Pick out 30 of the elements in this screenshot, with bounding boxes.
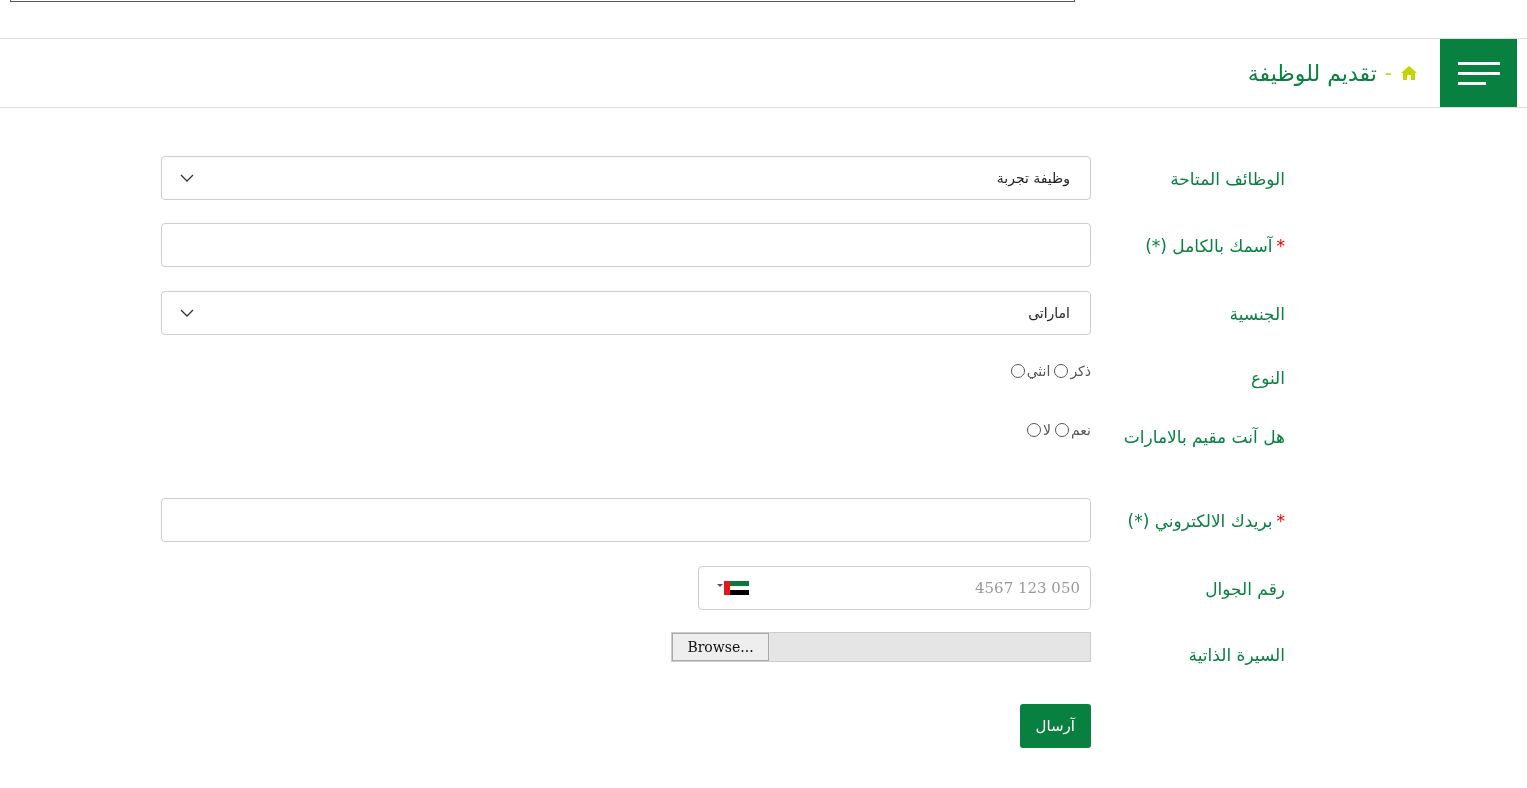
radio-button[interactable] <box>1055 423 1070 437</box>
field-label: * بريدك الالكتروني (*) <box>1126 510 1285 533</box>
field-label: الوظائف المتاحة <box>1169 168 1285 191</box>
input-field[interactable] <box>161 498 1091 542</box>
field-label: هل آنت مقيم بالامارات <box>1122 426 1285 449</box>
dropdown[interactable]: اماراتى <box>161 291 1091 335</box>
radio-label: نعم <box>1071 422 1091 438</box>
radio-label: ذكر <box>1070 363 1091 379</box>
submit-button[interactable]: آرسال <box>1019 704 1091 748</box>
browse-button[interactable]: Browse... <box>672 633 769 661</box>
chevron-down-icon <box>180 308 194 318</box>
dropdown[interactable]: وظيفة تجربة <box>161 156 1091 200</box>
page-title: تقديم للوظيفة <box>1247 60 1377 86</box>
radio-label: لا <box>1043 422 1052 438</box>
phone-field[interactable]: 4567 123 050 <box>698 566 1091 610</box>
input-field[interactable] <box>161 223 1091 267</box>
field-label: الجنسية <box>1228 303 1285 326</box>
radio-button[interactable] <box>1054 364 1069 378</box>
radio-button[interactable] <box>1010 364 1025 378</box>
chevron-down-icon <box>180 173 194 183</box>
radio-button[interactable] <box>1027 423 1042 437</box>
field-label: رقم الجوال <box>1204 578 1285 601</box>
menu-button[interactable] <box>1440 39 1517 107</box>
file-field[interactable]: Browse... <box>671 632 1091 662</box>
field-label: السيرة الذاتية <box>1187 644 1285 667</box>
breadcrumb-separator: - <box>1384 61 1392 85</box>
flag-icon[interactable] <box>716 581 750 595</box>
field-label: النوع <box>1250 367 1285 390</box>
field-label: * آسمك بالكامل (*) <box>1144 235 1285 258</box>
radio-label: انثي <box>1026 363 1051 379</box>
